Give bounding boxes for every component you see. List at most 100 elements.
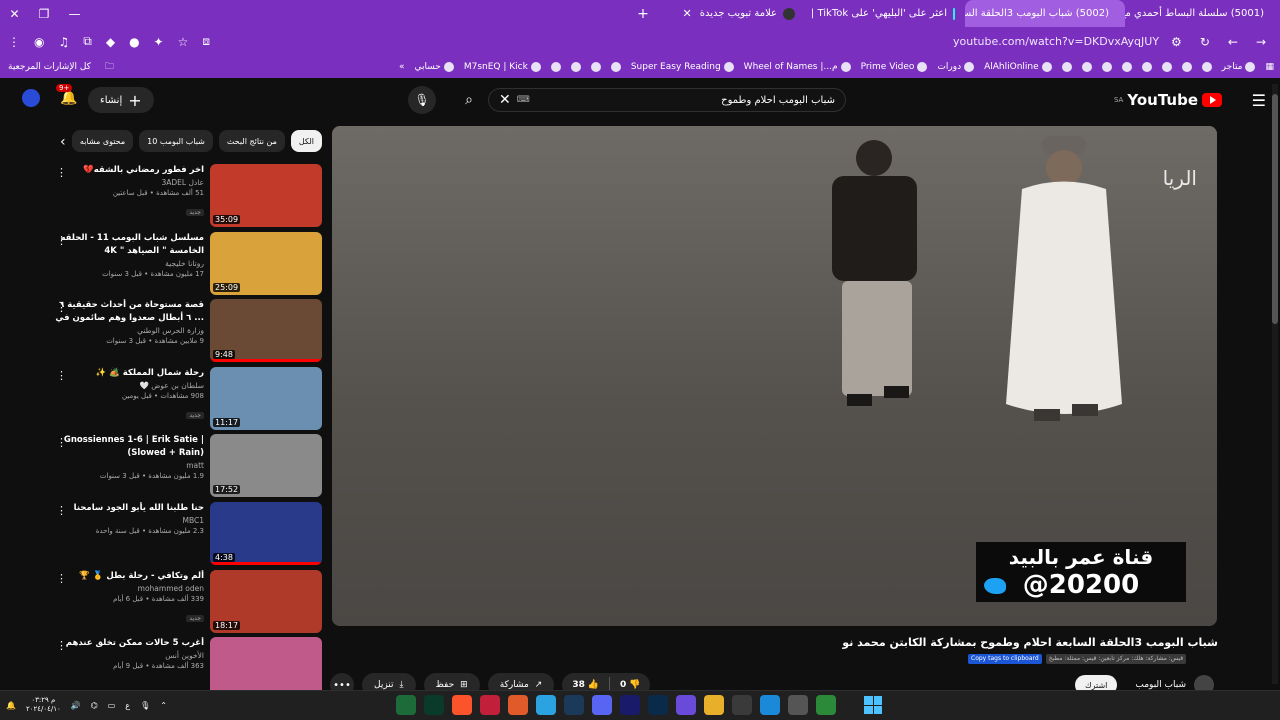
recommendation-title[interactable]: مسلسل شباب البومب 11 - الحلقه الخامسة " … bbox=[50, 232, 205, 258]
recommendation-title[interactable]: قصة مستوحاة من أحداث حقيقية ٦ ... ٦ أبطا… bbox=[50, 299, 204, 325]
bookmark-icon[interactable] bbox=[1141, 62, 1152, 72]
more-vert-icon[interactable]: ⋮ bbox=[56, 234, 67, 247]
app-icon[interactable] bbox=[508, 695, 528, 715]
tray-chevron-icon[interactable]: ⌃ bbox=[160, 701, 167, 710]
keyboard-icon[interactable]: ⌨ bbox=[517, 95, 530, 105]
recommendation-channel[interactable]: وزارة الحرس الوطني bbox=[50, 325, 204, 336]
photoshop-icon[interactable] bbox=[648, 695, 668, 715]
extension-icon[interactable]: ✦ bbox=[154, 35, 164, 49]
search-input[interactable]: شباب البومب احلام وطموح ⌨ ✕ bbox=[488, 88, 846, 112]
acrobat-icon[interactable] bbox=[480, 695, 500, 715]
url-field[interactable]: youtube.com/watch?v=DKDvxAyqJUY bbox=[240, 31, 1171, 53]
bookmark-icon[interactable] bbox=[550, 62, 561, 72]
bookmark-icon[interactable] bbox=[570, 62, 581, 72]
more-vert-icon[interactable]: ⋮ bbox=[56, 369, 67, 382]
recommendation-channel[interactable]: عادل 3ADEL bbox=[50, 177, 204, 188]
discord-icon[interactable] bbox=[592, 695, 612, 715]
hamburger-menu-icon[interactable]: ☰ bbox=[1252, 91, 1266, 110]
mic-icon[interactable]: 🎙 bbox=[140, 701, 150, 710]
video-thumbnail[interactable]: 35:09 bbox=[210, 164, 322, 227]
recommendation-channel[interactable]: الأخوين أنس bbox=[50, 650, 204, 661]
notification-icon[interactable]: 🔔 bbox=[6, 701, 16, 710]
youtube-logo[interactable]: SA YouTube bbox=[1114, 91, 1222, 109]
bookmark-icon[interactable] bbox=[610, 62, 621, 72]
chrome-icon[interactable] bbox=[816, 695, 836, 715]
recommendation-channel[interactable]: سلطان بن عوض 🤍 bbox=[50, 380, 204, 391]
new-tab-button[interactable]: + bbox=[631, 6, 655, 22]
battery-icon[interactable]: ▭ bbox=[108, 701, 116, 710]
video-thumbnail[interactable]: 25:09 bbox=[210, 231, 322, 295]
premiere-icon[interactable] bbox=[620, 695, 640, 715]
bookmark-icon[interactable] bbox=[590, 62, 601, 72]
extension-icon[interactable]: ● bbox=[129, 35, 139, 49]
more-vert-icon[interactable]: ⋮ bbox=[56, 639, 67, 652]
back-icon[interactable]: ← bbox=[1228, 35, 1238, 49]
brave-icon[interactable] bbox=[452, 695, 472, 715]
close-window-icon[interactable]: ✕ bbox=[10, 7, 20, 21]
recommendation-channel[interactable]: matt bbox=[50, 460, 204, 471]
reload-icon[interactable]: ↻ bbox=[1200, 35, 1210, 49]
more-vert-icon[interactable]: ⋮ bbox=[56, 301, 67, 314]
voice-search-button[interactable]: 🎙 bbox=[408, 86, 436, 114]
bookmark-item[interactable]: متاجر bbox=[1222, 62, 1256, 72]
chip-all[interactable]: الكل bbox=[290, 130, 322, 152]
bookmark-item[interactable]: حسابي bbox=[415, 62, 454, 72]
bookmark-item[interactable]: Super Easy Reading bbox=[631, 62, 734, 72]
store-icon[interactable] bbox=[732, 695, 752, 715]
profile-icon[interactable]: ◉ bbox=[34, 35, 44, 49]
bookmark-item[interactable]: دورات bbox=[937, 62, 975, 72]
more-vert-icon[interactable]: ⋮ bbox=[56, 572, 67, 585]
bookmark-icon[interactable] bbox=[1061, 62, 1072, 72]
bookmark-icon[interactable] bbox=[1161, 62, 1172, 72]
windows-start-icon[interactable] bbox=[864, 696, 882, 714]
tab-tiktok[interactable]: اعثر على 'البليهي' على TikTok | ✕ bbox=[805, 0, 965, 27]
avatar[interactable] bbox=[22, 89, 40, 107]
clock[interactable]: م ٠٣:٢٩ ٢٠٢٤/٠٤/١٠ bbox=[26, 696, 61, 714]
clear-search-icon[interactable]: ✕ bbox=[499, 92, 511, 108]
recommendation-title[interactable]: اخر فطور رمضاني بالشقه💔 bbox=[50, 164, 204, 177]
bookmark-item[interactable]: Prime Video bbox=[861, 62, 928, 72]
bookmark-icon[interactable] bbox=[1081, 62, 1092, 72]
bookmark-star-icon[interactable]: ☆ bbox=[178, 35, 189, 49]
recommendation-channel[interactable]: روتانا خليجية bbox=[50, 258, 204, 269]
tab-new-tab[interactable]: علامة تبويب جديدة ✕ bbox=[655, 0, 805, 27]
telegram-icon[interactable] bbox=[536, 695, 556, 715]
browser-menu-icon[interactable]: ⋮ bbox=[8, 35, 20, 49]
recommendation-item[interactable]: 17:52 Gnossiennes 1-6 | Erik Satie | (Sl… bbox=[50, 434, 322, 502]
bookmark-icon[interactable] bbox=[1101, 62, 1112, 72]
more-vert-icon[interactable]: ⋮ bbox=[56, 166, 67, 179]
media-icon[interactable]: ♫ bbox=[58, 35, 69, 49]
recommendation-title[interactable]: Gnossiennes 1-6 | Erik Satie | (Slowed +… bbox=[50, 434, 204, 460]
bookmarks-overflow-button[interactable]: » bbox=[399, 62, 405, 72]
scrollbar-thumb[interactable] bbox=[1272, 94, 1278, 324]
steam-icon[interactable] bbox=[564, 695, 584, 715]
video-thumbnail[interactable]: 17:52 bbox=[210, 434, 322, 498]
language-indicator[interactable]: ع bbox=[125, 701, 130, 710]
app-icon[interactable] bbox=[788, 695, 808, 715]
maximize-window-icon[interactable]: ❐ bbox=[39, 7, 50, 21]
page-scrollbar[interactable] bbox=[1272, 84, 1278, 684]
video-thumbnail[interactable]: 9:48 bbox=[210, 299, 322, 363]
extensions-icon[interactable]: ⧉ bbox=[83, 34, 92, 49]
bookmark-item[interactable]: AlAhliOnline bbox=[984, 62, 1052, 72]
recommendation-item[interactable]: 9:48 قصة مستوحاة من أحداث حقيقية ٦ ... ٦… bbox=[50, 299, 322, 367]
edge-icon[interactable] bbox=[760, 695, 780, 715]
video-thumbnail[interactable]: 4:38 bbox=[210, 501, 322, 565]
recommendation-title[interactable]: رحلة شمال المملكة 🏕️ ✨ bbox=[50, 367, 204, 380]
notifications-button[interactable]: 🔔 9+ bbox=[56, 84, 77, 106]
bookmark-icon[interactable] bbox=[1121, 62, 1132, 72]
app-icon[interactable] bbox=[676, 695, 696, 715]
extension-icon[interactable]: ◆ bbox=[106, 35, 115, 49]
more-vert-icon[interactable]: ⋮ bbox=[56, 436, 67, 449]
video-thumbnail[interactable]: 11:17 bbox=[210, 366, 322, 430]
bookmark-icon[interactable] bbox=[1181, 62, 1192, 72]
tab-youtube-active[interactable]: (5002) شباب البومب 3الحلقة الس ✕ bbox=[965, 0, 1125, 27]
chip-from-search[interactable]: من نتائج البحث bbox=[218, 130, 285, 152]
recommendation-item[interactable]: 35:09 اخر فطور رمضاني بالشقه💔 عادل 3ADEL… bbox=[50, 164, 322, 232]
minimize-window-icon[interactable]: — bbox=[68, 7, 80, 21]
close-tab-icon[interactable]: ✕ bbox=[683, 7, 692, 20]
tab-youtube[interactable]: (5001) سلسلة البساط أحمدي مع ✕ bbox=[1125, 0, 1280, 27]
recommendation-title[interactable]: حنا طلبنا الله يأبو الجود سامحنا bbox=[50, 502, 204, 515]
recommendation-title[interactable]: ألم وتكافي - رحلة بطل 🥇 🏆 bbox=[50, 570, 204, 583]
create-button[interactable]: + إنشاء bbox=[88, 87, 154, 113]
